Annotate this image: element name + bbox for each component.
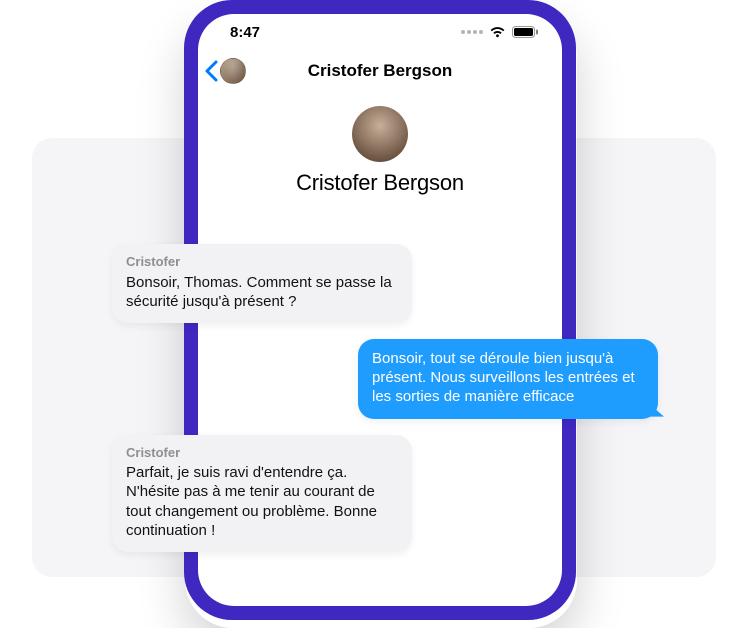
message-sender: Cristofer: [126, 445, 398, 462]
contact-avatar: [352, 106, 408, 162]
status-bar: 8:47: [198, 14, 562, 50]
back-button[interactable]: [204, 58, 246, 84]
nav-avatar: [220, 58, 246, 84]
message-text: Parfait, je suis ravi d'entendre ça. N'h…: [126, 463, 398, 540]
status-indicators: [461, 26, 538, 38]
chevron-left-icon: [204, 60, 218, 82]
message-sender: Cristofer: [126, 254, 398, 271]
message-list: Cristofer Bonsoir, Thomas. Comment se pa…: [112, 244, 658, 552]
message-text: Bonsoir, Thomas. Comment se passe la séc…: [126, 273, 398, 311]
phone-frame: 8:47 Cristofer Bergson Cri: [184, 0, 576, 620]
contact-name: Cristofer Bergson: [296, 170, 464, 196]
nav-bar: Cristofer Bergson: [198, 50, 562, 92]
battery-icon: [512, 26, 538, 38]
conversation-title: Cristofer Bergson: [308, 61, 453, 81]
message-bubble-incoming[interactable]: Cristofer Bonsoir, Thomas. Comment se pa…: [112, 244, 412, 323]
message-bubble-outgoing[interactable]: Bonsoir, tout se déroule bien jusqu'à pr…: [358, 339, 658, 419]
message-text: Bonsoir, tout se déroule bien jusqu'à pr…: [372, 349, 644, 407]
contact-profile[interactable]: Cristofer Bergson: [198, 92, 562, 214]
status-time: 8:47: [230, 24, 260, 41]
wifi-icon: [489, 26, 506, 38]
message-bubble-incoming[interactable]: Cristofer Parfait, je suis ravi d'entend…: [112, 435, 412, 552]
cellular-icon: [461, 30, 483, 34]
